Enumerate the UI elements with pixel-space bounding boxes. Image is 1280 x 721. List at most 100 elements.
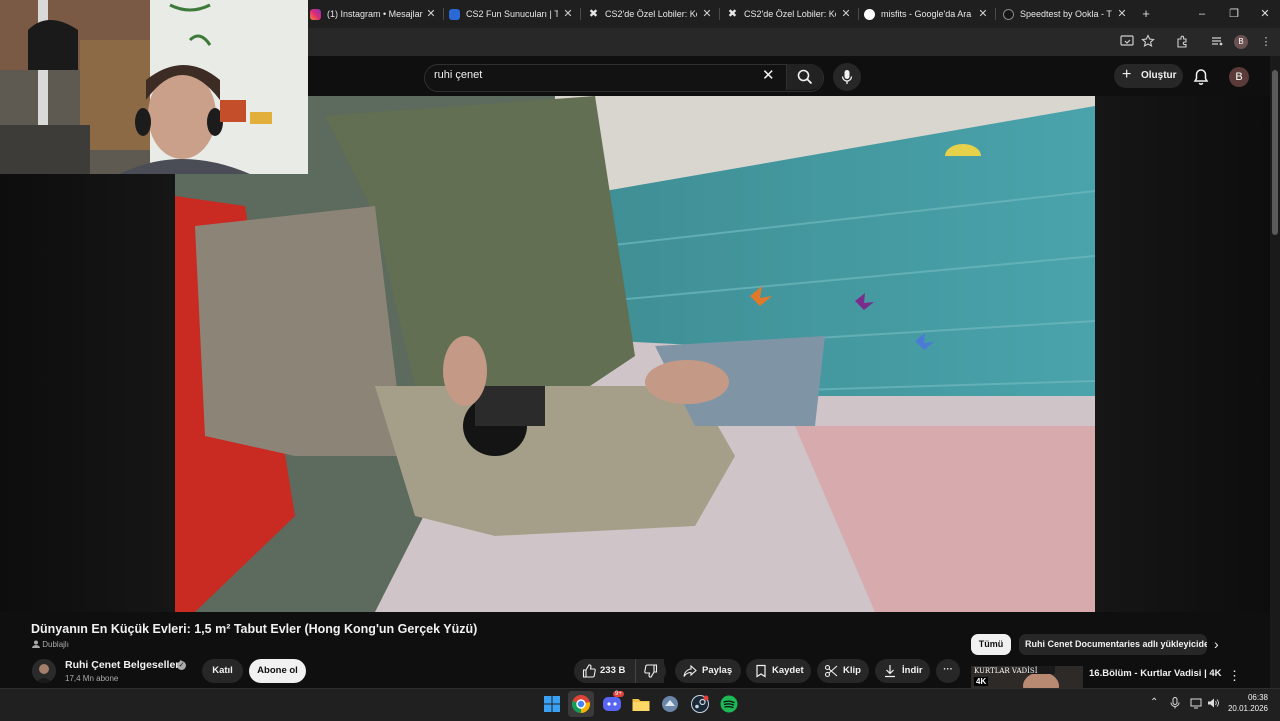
microphone-tray-icon[interactable] — [1170, 697, 1180, 712]
join-button[interactable]: Katıl — [202, 659, 243, 683]
google-icon — [864, 8, 875, 20]
channel-avatar[interactable] — [32, 659, 56, 683]
window-close-button[interactable]: ✕ — [1250, 4, 1280, 24]
voice-search-button[interactable] — [833, 63, 861, 91]
extensions-icon[interactable] — [1174, 34, 1190, 50]
scissors-icon — [824, 664, 838, 678]
thumbs-down-icon — [644, 664, 658, 678]
notifications-bell-icon[interactable] — [1192, 68, 1210, 86]
dubbed-badge: Dublajlı — [32, 640, 69, 649]
bookmark-star-icon[interactable] — [1140, 34, 1156, 50]
account-avatar[interactable]: B — [1229, 67, 1249, 87]
taskbar-clock[interactable]: 06:38 20.01.2026 — [1222, 692, 1268, 714]
tab-close-icon[interactable]: ✕ — [700, 6, 714, 22]
chip-from-uploader[interactable]: Ruhi Cenet Documentaries adlı yükleyicid… — [1019, 634, 1207, 655]
webcam-feed-image — [0, 0, 308, 174]
tab-close-icon[interactable]: ✕ — [1115, 6, 1129, 22]
tab-title: CS2'de Özel Lobiler: Kend — [605, 9, 697, 19]
subscribe-button[interactable]: Abone ol — [249, 659, 306, 683]
tab-speedtest[interactable]: Speedtest by Ookla - The ✕ — [1003, 4, 1129, 24]
chrome-taskbar-button[interactable] — [568, 691, 594, 717]
tab-divider — [995, 8, 996, 20]
tab-close-icon[interactable]: ✕ — [839, 6, 853, 22]
tab-close-icon[interactable]: ✕ — [976, 6, 990, 22]
tab-divider — [858, 8, 859, 20]
steam-taskbar-button[interactable] — [690, 694, 710, 714]
clip-label: Klip — [843, 665, 861, 676]
windows-start-icon[interactable] — [542, 694, 562, 714]
cross-logo-icon: ✖ — [588, 7, 599, 20]
recommended-video-title[interactable]: 16.Bölüm - Kurtlar Vadisi | 4K — [1089, 668, 1222, 679]
spotify-taskbar-button[interactable] — [719, 694, 739, 714]
search-input[interactable]: ruhi çenet — [434, 69, 482, 81]
tab-divider — [443, 8, 444, 20]
clip-button[interactable]: Klip — [817, 659, 869, 683]
new-tab-button[interactable]: + — [1131, 4, 1161, 24]
tab-title: misfits - Google'da Ara — [881, 9, 972, 19]
plus-icon: + — [1122, 66, 1132, 83]
tab-cs2-ozel-lobiler-2[interactable]: ✖ CS2'de Özel Lobiler: Kend ✕ — [727, 4, 853, 24]
save-label: Kaydet — [772, 665, 804, 676]
person-icon — [32, 640, 40, 648]
create-button[interactable]: + Oluştur — [1114, 64, 1183, 88]
create-label: Oluştur — [1141, 70, 1177, 81]
share-button[interactable]: Paylaş — [675, 659, 741, 683]
tray-overflow-chevron-icon[interactable]: ⌃ — [1150, 697, 1158, 708]
save-button[interactable]: Kaydet — [746, 659, 811, 683]
tab-cs2-fun[interactable]: CS2 Fun Sunucuları | Türk ✕ — [449, 4, 575, 24]
subscriber-count: 17,4 Mn abone — [65, 674, 119, 683]
chip-all[interactable]: Tümü — [971, 634, 1011, 655]
chips-next-chevron-icon[interactable]: › — [1214, 636, 1219, 652]
recommendation-menu-icon[interactable]: ⋮ — [1228, 668, 1241, 684]
video-content-image — [175, 96, 1095, 612]
media-controls-icon[interactable] — [1209, 34, 1225, 50]
tab-instagram[interactable]: (1) Instagram • Mesajlar ✕ — [310, 4, 438, 24]
more-actions-button[interactable]: ··· — [936, 659, 960, 683]
search-button[interactable] — [786, 64, 823, 90]
volume-tray-icon[interactable] — [1207, 697, 1219, 712]
spotify-icon — [720, 695, 738, 713]
thumbs-up-icon — [582, 664, 596, 678]
browser-menu-icon[interactable]: ⋮ — [1258, 34, 1274, 50]
verified-check-icon: ✓ — [177, 661, 186, 670]
tab-title: Speedtest by Ookla - The — [1020, 9, 1112, 19]
restore-button[interactable]: ❐ — [1219, 4, 1249, 24]
tab-close-icon[interactable]: ✕ — [424, 6, 438, 22]
site-flag-icon — [449, 8, 460, 20]
tab-google-misfits[interactable]: misfits - Google'da Ara ✕ — [864, 4, 990, 24]
tab-cs2-ozel-lobiler-1[interactable]: ✖ CS2'de Özel Lobiler: Kend ✕ — [588, 4, 714, 24]
cast-icon[interactable] — [1119, 34, 1135, 50]
game-app-icon — [662, 696, 678, 712]
share-label: Paylaş — [702, 665, 733, 676]
network-tray-icon[interactable] — [1190, 697, 1202, 712]
tab-divider — [719, 8, 720, 20]
discord-taskbar-button[interactable]: 9+ — [602, 691, 624, 714]
chrome-icon — [571, 695, 591, 714]
file-explorer-taskbar-button[interactable] — [631, 694, 651, 714]
scrollbar-thumb[interactable] — [1272, 70, 1278, 235]
search-clear-icon[interactable]: ✕ — [762, 68, 775, 84]
browser-profile-avatar[interactable]: B — [1234, 35, 1248, 49]
bookmark-icon — [756, 664, 766, 678]
like-count: 233 B — [600, 665, 626, 676]
tab-title: CS2 Fun Sunucuları | Türk — [466, 9, 558, 19]
recommended-video-thumbnail[interactable]: KURTLAR VADİSİ 4K — [971, 666, 1083, 688]
minimize-button[interactable]: – — [1187, 4, 1217, 24]
instagram-icon — [310, 8, 321, 20]
tab-title: (1) Instagram • Mesajlar — [327, 9, 423, 19]
dislike-button[interactable] — [635, 659, 666, 683]
channel-name[interactable]: Ruhi Çenet Belgeselleri — [65, 659, 182, 671]
video-frame[interactable] — [175, 96, 1095, 612]
game-app-taskbar-button[interactable] — [660, 694, 680, 714]
download-label: İndir — [902, 665, 923, 676]
tab-close-icon[interactable]: ✕ — [561, 6, 575, 22]
search-icon — [797, 69, 813, 85]
thumbnail-4k-badge: 4K — [974, 677, 989, 686]
video-title: Dünyanın En Küçük Evleri: 1,5 m² Tabut E… — [31, 622, 478, 636]
discord-icon — [603, 697, 621, 711]
clock-date: 20.01.2026 — [1227, 704, 1268, 713]
download-button[interactable]: İndir — [875, 659, 930, 683]
dubbed-label: Dublajlı — [42, 640, 69, 649]
share-arrow-icon — [683, 664, 697, 677]
speedtest-icon — [1003, 8, 1014, 20]
